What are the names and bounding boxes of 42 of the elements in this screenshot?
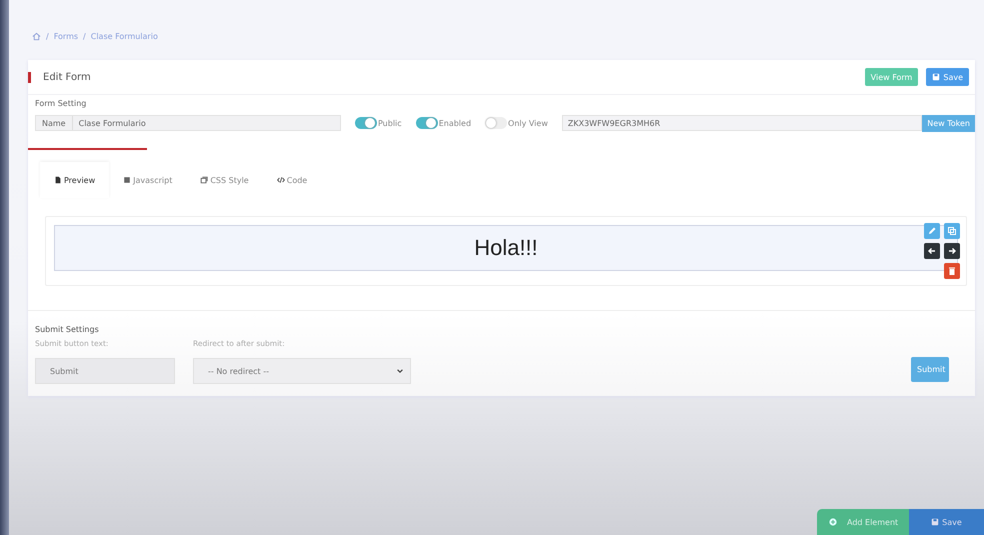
- save-button[interactable]: Save: [909, 509, 984, 535]
- floppy-icon: [931, 518, 940, 526]
- delete-button[interactable]: [944, 263, 960, 279]
- move-right-button[interactable]: [944, 243, 960, 259]
- chevron-down-icon: [396, 367, 404, 375]
- token-field[interactable]: ZKX3WFW9EGR3MH6R: [562, 115, 922, 131]
- right-arrow-icon: [947, 246, 957, 256]
- view-form-button[interactable]: View Form: [864, 68, 918, 86]
- breadcrumb-separator: /: [83, 32, 86, 40]
- section-title: Form Setting: [35, 99, 88, 108]
- tab[interactable]: CSS Style: [186, 162, 263, 198]
- copy-icon: [947, 226, 957, 236]
- home-icon[interactable]: [32, 32, 41, 40]
- floppy-icon: [932, 73, 940, 81]
- toggle-switch[interactable]: Enabled: [416, 117, 472, 129]
- stack-icon: [200, 176, 208, 184]
- toggle-switch[interactable]: Public: [355, 117, 402, 129]
- breadcrumb-separator: /: [46, 32, 49, 40]
- new-token-button[interactable]: New Token: [922, 114, 975, 132]
- pencil-icon: [927, 226, 937, 236]
- code-icon: [276, 176, 285, 184]
- breadcrumb-link[interactable]: Forms: [54, 32, 78, 40]
- trash-icon: [947, 266, 957, 276]
- tab[interactable]: Code: [262, 162, 322, 198]
- file-icon: [54, 176, 62, 184]
- submit-button[interactable]: Submit: [911, 357, 949, 382]
- breadcrumb-link[interactable]: Clase Formulario: [90, 32, 158, 40]
- toggle-switch[interactable]: Only View: [485, 117, 548, 129]
- add-element-button[interactable]: Add Element: [817, 509, 909, 535]
- section-title: Submit Settings: [35, 325, 100, 334]
- save-button[interactable]: Save: [926, 68, 969, 86]
- heading-element[interactable]: Hola!!!: [54, 225, 958, 271]
- move-left-button[interactable]: [924, 243, 940, 259]
- square-icon: [123, 176, 132, 184]
- left-arrow-icon: [927, 246, 937, 256]
- redirect-dropdown[interactable]: -- No redirect --: [193, 358, 411, 384]
- tab[interactable]: Javascript: [109, 162, 186, 198]
- card-title: Edit Form: [28, 72, 91, 82]
- plus-circle-icon: [829, 518, 837, 526]
- button-text-field[interactable]: Submit: [35, 358, 175, 384]
- tab[interactable]: Preview: [40, 162, 110, 198]
- name-field[interactable]: Name Clase Formulario: [35, 115, 341, 131]
